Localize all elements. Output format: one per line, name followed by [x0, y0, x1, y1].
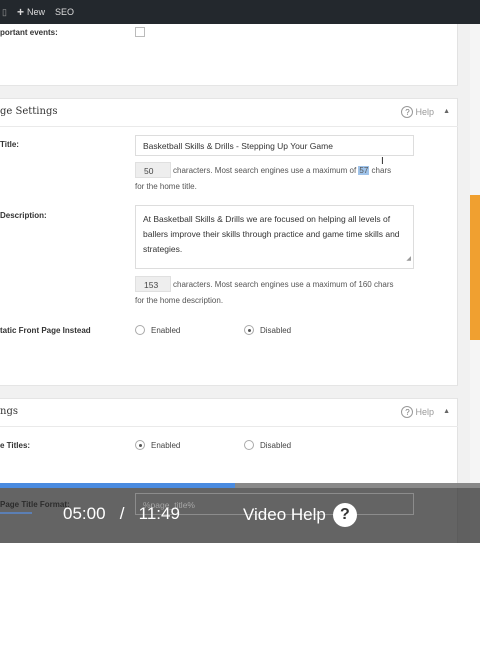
plus-icon: + [16, 5, 24, 19]
seo-menu[interactable]: SEO [55, 7, 74, 17]
progress-fill [0, 483, 236, 488]
video-help-button[interactable]: Video Help ? [243, 503, 357, 527]
home-title-note-line2: for the home title. [135, 182, 197, 191]
help-link[interactable]: ? Help [401, 406, 434, 418]
rewrite-enabled-radio[interactable] [135, 440, 145, 450]
new-menu[interactable]: + New [17, 5, 45, 19]
general-settings-panel: portant events: [0, 24, 458, 86]
home-title-count: 50 [135, 162, 171, 178]
home-description-note: characters. Most search engines use a ma… [173, 280, 394, 289]
panel-title: ngs [0, 406, 18, 417]
video-frame[interactable]: ▯ + New SEO portant events: ge Settings … [0, 0, 480, 543]
static-disabled-radio[interactable] [244, 325, 254, 335]
duration: 11:49 [138, 504, 180, 523]
static-enabled-label[interactable]: Enabled [151, 326, 180, 335]
question-icon: ? [332, 503, 357, 527]
home-description-text: At Basketball Skills & Drills we are foc… [143, 214, 400, 254]
current-time: 05:00 [63, 504, 106, 523]
rewrite-titles-label: e Titles: [0, 441, 31, 450]
rewrite-disabled-label[interactable]: Disabled [260, 441, 291, 450]
collapse-arrow-icon[interactable]: ▲ [443, 408, 450, 415]
panel-header[interactable]: ge Settings ? Help ▲ [0, 99, 458, 127]
help-label: Help [415, 407, 434, 417]
rewrite-disabled-radio[interactable] [244, 440, 254, 450]
rewrite-enabled-label[interactable]: Enabled [151, 441, 180, 450]
static-disabled-label[interactable]: Disabled [260, 326, 291, 335]
video-help-label: Video Help [243, 505, 326, 524]
question-icon: ? [401, 106, 414, 118]
static-front-page-label: tatic Front Page Instead [0, 326, 91, 335]
comments-icon[interactable]: ▯ [2, 7, 7, 18]
home-page-settings-panel: ge Settings ? Help ▲ Title: Basketball S… [0, 98, 458, 386]
help-label: Help [415, 107, 434, 117]
page: ▯ + New SEO portant events: ge Settings … [0, 0, 480, 661]
home-description-label: Description: [0, 211, 47, 220]
resize-handle-icon[interactable]: ◢ [406, 252, 411, 267]
home-description-count: 153 [135, 276, 171, 292]
home-title-label: Title: [0, 140, 19, 149]
home-description-textarea[interactable]: At Basketball Skills & Drills we are foc… [135, 205, 414, 269]
time-display: 05:00 / 11:49 [63, 504, 180, 524]
new-label: New [26, 7, 45, 17]
link-underline [0, 512, 32, 514]
question-icon: ? [401, 406, 414, 418]
home-description-note-line2: for the home description. [135, 296, 224, 305]
admin-bar: ▯ + New SEO [0, 0, 480, 24]
progress-bar[interactable] [0, 483, 480, 488]
collapse-arrow-icon[interactable]: ▲ [443, 108, 450, 115]
home-title-input[interactable]: Basketball Skills & Drills - Stepping Up… [135, 135, 414, 156]
important-events-label: portant events: [0, 28, 58, 37]
important-events-checkbox[interactable] [135, 27, 145, 37]
scroll-accent [470, 195, 480, 340]
time-separator: / [119, 504, 125, 523]
home-title-note: characters. Most search engines use a ma… [173, 166, 392, 175]
panel-title: ge Settings [0, 106, 58, 117]
help-link[interactable]: ? Help [401, 106, 434, 118]
static-enabled-radio[interactable] [135, 325, 145, 335]
text-cursor-icon: I [381, 156, 384, 167]
page-title-format-label: Page Title Format: [0, 500, 70, 509]
panel-header[interactable]: ngs ? Help ▲ [0, 399, 458, 427]
